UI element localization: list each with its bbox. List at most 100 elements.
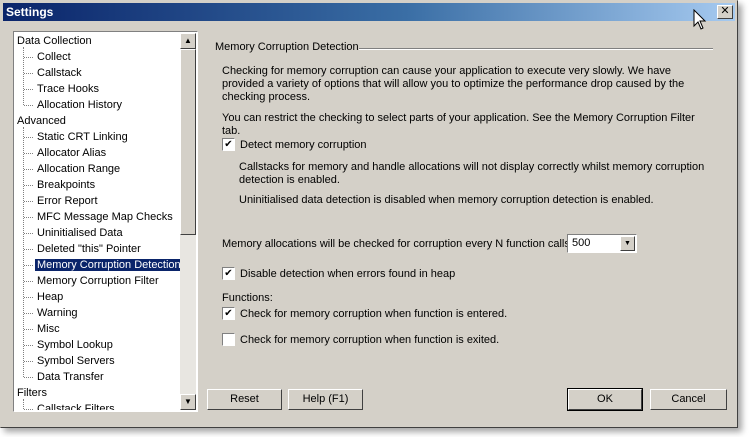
tree-item[interactable]: Callstack (35, 65, 84, 81)
title-bar[interactable]: Settings ✕ (3, 3, 735, 21)
function-exited-check-box[interactable] (222, 333, 235, 346)
uninitialised-note: Uninitialised data detection is disabled… (239, 194, 654, 206)
tree-connector (24, 265, 33, 266)
disable-heap-check-box[interactable]: ✔ (222, 267, 235, 280)
disable-heap-label: Disable detection when errors found in h… (240, 268, 456, 280)
tree-category[interactable]: Advanced (17, 113, 66, 129)
tree-connector (24, 137, 33, 138)
cancel-button[interactable]: Cancel (650, 389, 727, 410)
tree-connector (24, 105, 33, 106)
tree-item[interactable]: Trace Hooks (35, 81, 101, 97)
tree-item-label: Allocation History (37, 99, 122, 111)
section-divider (359, 48, 713, 50)
tree-connector (24, 409, 33, 410)
tree-item-label: Memory Corruption Detection (35, 259, 181, 271)
check-icon: ✔ (224, 268, 233, 279)
tree-item-label: Data Collection (17, 35, 92, 47)
tree-item-label: Advanced (17, 115, 66, 127)
restrict-text: You can restrict the checking to select … (222, 112, 695, 137)
detect-corruption-check-box[interactable]: ✔ (222, 138, 235, 151)
help-button[interactable]: Help (F1) (288, 389, 363, 410)
tree-connector (24, 153, 33, 154)
tree-item-label: Filters (17, 387, 47, 399)
tree-connector (24, 377, 33, 378)
tree-connector (24, 313, 33, 314)
tree-item-label: Static CRT Linking (37, 131, 128, 143)
window-title: Settings (6, 5, 54, 19)
interval-value: 500 (572, 237, 591, 249)
tree-item[interactable]: Warning (35, 305, 80, 321)
tree-item-label: Warning (37, 307, 78, 319)
tree-connector (24, 345, 33, 346)
section-heading: Memory Corruption Detection (215, 41, 359, 53)
tree-item[interactable]: Symbol Servers (35, 353, 117, 369)
tree-item-label: Allocator Alias (37, 147, 107, 159)
tree-connector (24, 233, 33, 234)
tree-item-label: Allocation Range (37, 163, 121, 175)
tree-item[interactable]: Deleted "this" Pointer (35, 241, 143, 257)
tree-item[interactable]: Static CRT Linking (35, 129, 130, 145)
scroll-up-icon: ▲ (184, 36, 192, 45)
tree-connector (24, 281, 33, 282)
tree-connector (24, 297, 33, 298)
ok-button[interactable]: OK (567, 388, 643, 411)
function-entered-label: Check for memory corruption when functio… (240, 308, 508, 320)
tree-item-label: Uninitialised Data (37, 227, 123, 239)
close-button[interactable]: ✕ (717, 5, 733, 19)
tree-item-label: Callstack Filters (37, 403, 115, 410)
tree-item[interactable]: Allocator Alias (35, 145, 108, 161)
tree-connector (23, 47, 24, 105)
function-exited-label: Check for memory corruption when functio… (240, 334, 500, 346)
tree-item[interactable]: Misc (35, 321, 62, 337)
tree-item-label: Callstack (37, 67, 82, 79)
tree-item[interactable]: Data Transfer (35, 369, 106, 385)
tree-item[interactable]: Error Report (35, 193, 100, 209)
check-icon: ✔ (224, 308, 233, 319)
tree-list: Data Collection Collect Callstack Trace Hoo… (15, 33, 181, 410)
tree-item[interactable]: MFC Message Map Checks (35, 209, 175, 225)
scroll-down-button[interactable]: ▼ (180, 394, 196, 410)
tree-item[interactable]: Collect (35, 49, 73, 65)
tree-connector (24, 329, 33, 330)
scroll-down-icon: ▼ (184, 397, 192, 406)
tree-item[interactable]: Uninitialised Data (35, 225, 125, 241)
interval-label: Memory allocations will be checked for c… (222, 238, 573, 250)
tree-item[interactable]: Memory Corruption Detection (35, 257, 181, 273)
tree-connector (24, 217, 33, 218)
tree-item[interactable]: Heap (35, 289, 65, 305)
tree-item[interactable]: Memory Corruption Filter (35, 273, 161, 289)
tree-item-label: Error Report (37, 195, 98, 207)
detect-corruption-label: Detect memory corruption (240, 139, 367, 151)
scroll-up-button[interactable]: ▲ (180, 33, 196, 49)
mouse-cursor-icon (693, 9, 707, 30)
tree-item[interactable]: Allocation Range (35, 161, 122, 177)
functions-label: Functions: (222, 292, 273, 304)
close-icon: ✕ (720, 5, 730, 17)
tree-connector (24, 361, 33, 362)
reset-button[interactable]: Reset (207, 389, 282, 410)
tree-item-label: Deleted "this" Pointer (37, 243, 141, 255)
tree-item-label: MFC Message Map Checks (37, 211, 173, 223)
tree-item[interactable]: Allocation History (35, 97, 124, 113)
tree-connector (24, 169, 33, 170)
tree-connector (24, 185, 33, 186)
tree-category[interactable]: Data Collection (17, 33, 92, 49)
tree-item[interactable]: Callstack Filters (35, 401, 117, 410)
tree-scrollbar[interactable]: ▲ ▼ (180, 33, 196, 410)
tree-item-label: Heap (37, 291, 64, 303)
tree-connector (24, 249, 33, 250)
dropdown-arrow-icon[interactable]: ▼ (620, 236, 635, 251)
interval-combobox[interactable]: 500 ▼ (567, 234, 637, 253)
tree-item[interactable]: Symbol Lookup (35, 337, 115, 353)
tree-connector (23, 399, 24, 410)
tree-item-label: Collect (37, 51, 71, 63)
tree-connector (24, 201, 33, 202)
function-entered-check-box[interactable]: ✔ (222, 307, 235, 320)
tree-item[interactable]: Breakpoints (35, 177, 97, 193)
scroll-thumb[interactable] (180, 49, 196, 235)
tree-connector (23, 127, 24, 377)
settings-dialog: Settings ✕ Data Collection Collect Callsta… (0, 0, 738, 428)
tree-item-label: Misc (37, 323, 60, 335)
tree-category[interactable]: Filters (17, 385, 47, 401)
settings-tree[interactable]: Data Collection Collect Callstack Trace Hoo… (13, 31, 198, 412)
